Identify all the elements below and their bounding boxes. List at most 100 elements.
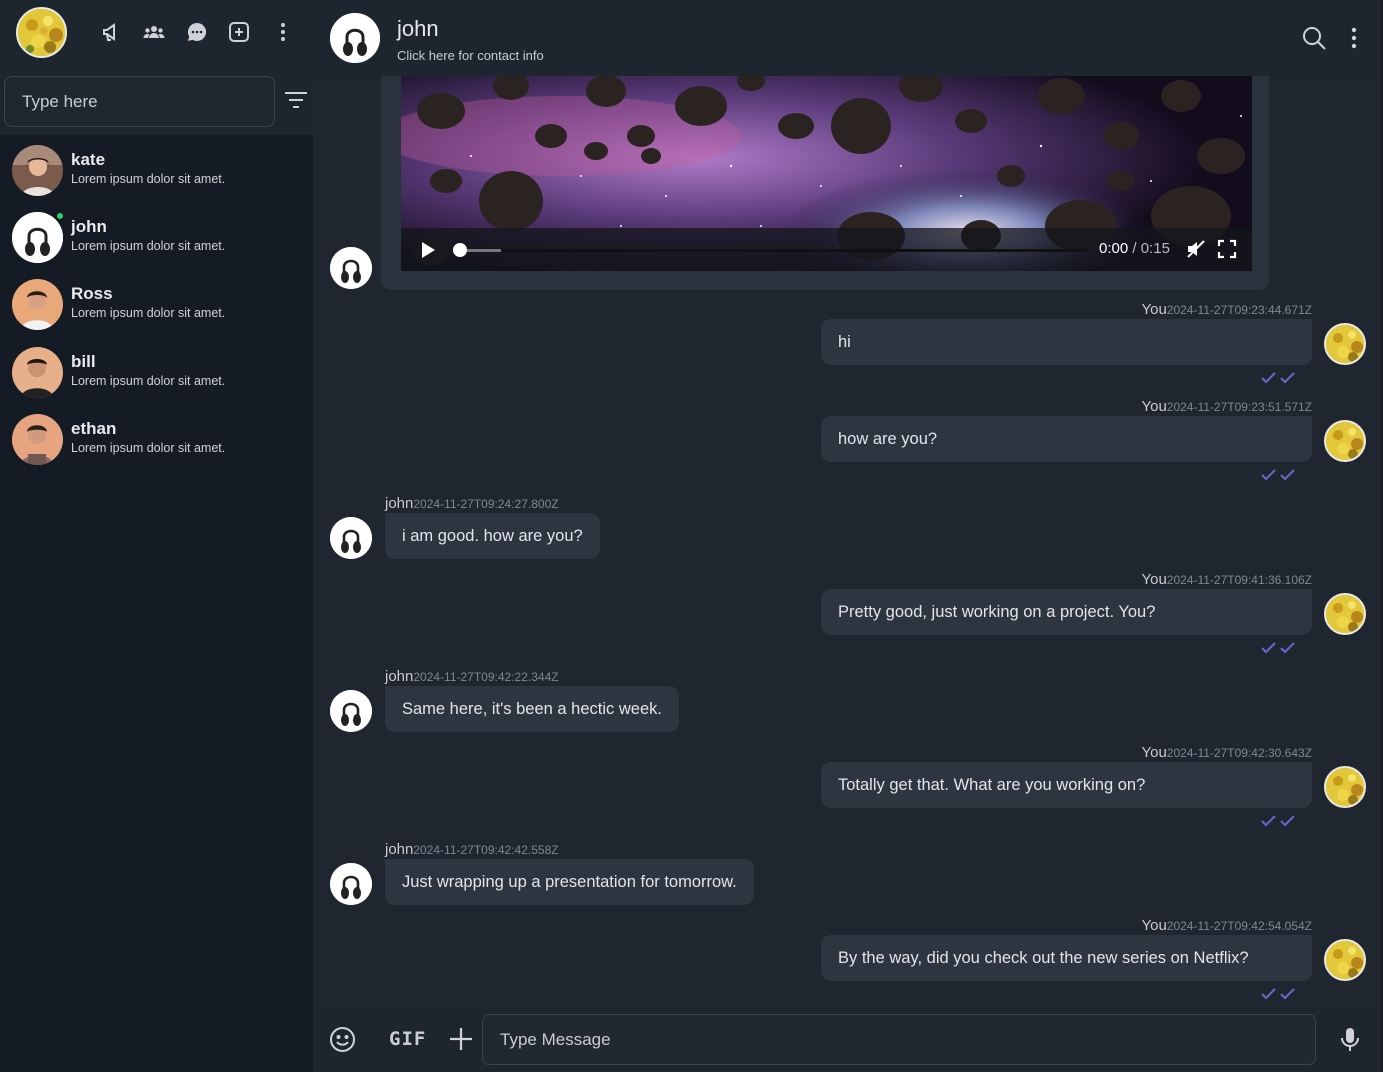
sidebar-toolbar bbox=[0, 0, 313, 67]
contact-preview: Lorem ipsum dolor sit amet. bbox=[71, 374, 226, 388]
seek-handle[interactable] bbox=[453, 243, 467, 257]
message-bubble-outgoing[interactable]: Totally get that. What are you working o… bbox=[821, 762, 1312, 808]
filter-icon[interactable] bbox=[283, 89, 309, 111]
my-avatar bbox=[1324, 323, 1366, 365]
read-receipt-icon bbox=[1261, 641, 1297, 655]
contact-preview: Lorem ipsum dolor sit amet. bbox=[71, 239, 226, 253]
contact-info-link[interactable]: Click here for contact info bbox=[397, 48, 544, 63]
message-meta: You2024-11-27T09:23:44.671Z bbox=[1141, 301, 1312, 318]
contact-preview: Lorem ipsum dolor sit amet. bbox=[71, 441, 226, 455]
contact-avatar[interactable] bbox=[330, 13, 380, 63]
contact-name: john bbox=[71, 217, 107, 236]
read-receipt-icon bbox=[1261, 814, 1297, 828]
sender-avatar bbox=[330, 690, 372, 732]
read-receipt-icon bbox=[1261, 468, 1297, 482]
search-icon[interactable] bbox=[1301, 25, 1327, 51]
chat-app: kate Lorem ipsum dolor sit amet. john Lo… bbox=[0, 0, 1383, 1072]
message-list[interactable]: 0:00 / 0:15 You2024-11-27T09:23:44.671Z … bbox=[313, 76, 1383, 1006]
megaphone-icon[interactable] bbox=[99, 19, 125, 45]
message-meta: john2024-11-27T09:42:22.344Z bbox=[385, 668, 559, 685]
online-indicator bbox=[55, 211, 65, 221]
my-avatar[interactable] bbox=[16, 7, 67, 58]
message-sender: john bbox=[385, 841, 414, 858]
message-bubble-incoming[interactable]: Just wrapping up a presentation for tomo… bbox=[385, 859, 754, 905]
message-bubble-outgoing[interactable]: Pretty good, just working on a project. … bbox=[821, 589, 1312, 635]
avatar bbox=[12, 347, 63, 398]
message-time: 2024-11-27T09:42:54.054Z bbox=[1166, 919, 1312, 933]
attach-plus-icon[interactable] bbox=[448, 1026, 474, 1052]
contact-preview: Lorem ipsum dolor sit amet. bbox=[71, 306, 226, 320]
message-composer: GIF bbox=[313, 1006, 1383, 1072]
message-meta: You2024-11-27T09:42:30.643Z bbox=[1141, 744, 1312, 761]
message-meta: You2024-11-27T09:42:54.054Z bbox=[1141, 917, 1312, 934]
contact-name: ethan bbox=[71, 419, 117, 438]
message-meta: john2024-11-27T09:24:27.800Z bbox=[385, 495, 559, 512]
avatar bbox=[12, 414, 63, 465]
contact-item-bill[interactable]: bill Lorem ipsum dolor sit amet. bbox=[0, 341, 313, 407]
video-controls: 0:00 / 0:15 bbox=[401, 228, 1252, 271]
contact-item-ethan[interactable]: ethan Lorem ipsum dolor sit amet. bbox=[0, 408, 313, 474]
message-bubble-outgoing[interactable]: hi bbox=[821, 319, 1312, 365]
video-current-time: 0:00 bbox=[1099, 240, 1129, 257]
message-bubble-outgoing[interactable]: By the way, did you check out the new se… bbox=[821, 935, 1312, 981]
chat-bubble-icon[interactable] bbox=[184, 19, 210, 45]
contact-item-ross[interactable]: Ross Lorem ipsum dolor sit amet. bbox=[0, 273, 313, 339]
message-sender: You bbox=[1141, 917, 1167, 934]
video-time: 0:00 / 0:15 bbox=[1099, 240, 1170, 257]
contact-name: kate bbox=[71, 150, 106, 169]
message-meta: You2024-11-27T09:41:36.106Z bbox=[1141, 571, 1312, 588]
message-sender: john bbox=[385, 495, 414, 512]
avatar bbox=[12, 279, 63, 330]
message-bubble-outgoing[interactable]: how are you? bbox=[821, 416, 1312, 462]
contact-search-input[interactable] bbox=[4, 76, 275, 127]
message-time: 2024-11-27T09:23:51.571Z bbox=[1166, 400, 1312, 414]
more-vertical-icon[interactable] bbox=[1344, 25, 1364, 51]
message-time: 2024-11-27T09:42:22.344Z bbox=[413, 670, 559, 684]
message-bubble-incoming[interactable]: Same here, it's been a hectic week. bbox=[385, 686, 679, 732]
video-seek-bar[interactable] bbox=[453, 243, 1089, 257]
message-meta: john2024-11-27T09:42:42.558Z bbox=[385, 841, 559, 858]
my-avatar bbox=[1324, 939, 1366, 981]
sender-avatar bbox=[330, 863, 372, 905]
contact-item-john[interactable]: john Lorem ipsum dolor sit amet. bbox=[0, 206, 313, 272]
message-sender: You bbox=[1141, 301, 1167, 318]
fullscreen-icon[interactable] bbox=[1217, 239, 1237, 259]
message-time: 2024-11-27T09:41:36.106Z bbox=[1166, 573, 1312, 587]
message-time: 2024-11-27T09:24:27.800Z bbox=[413, 497, 559, 511]
message-bubble-incoming[interactable]: i am good. how are you? bbox=[385, 513, 600, 559]
message-time: 2024-11-27T09:42:42.558Z bbox=[413, 843, 559, 857]
my-avatar bbox=[1324, 593, 1366, 635]
message-sender: You bbox=[1141, 744, 1167, 761]
microphone-icon[interactable] bbox=[1339, 1027, 1361, 1053]
emoji-icon[interactable] bbox=[329, 1026, 356, 1053]
message-sender: You bbox=[1141, 571, 1167, 588]
avatar bbox=[12, 145, 63, 196]
play-icon[interactable] bbox=[419, 241, 437, 259]
contact-name: Ross bbox=[71, 284, 113, 303]
gif-button[interactable]: GIF bbox=[389, 1028, 426, 1050]
video-message: 0:00 / 0:15 bbox=[381, 76, 1269, 290]
avatar bbox=[12, 212, 63, 263]
contact-name: bill bbox=[71, 352, 96, 371]
new-chat-icon[interactable] bbox=[226, 19, 252, 45]
contact-search-row bbox=[0, 67, 313, 135]
message-input[interactable] bbox=[482, 1014, 1316, 1065]
sender-avatar bbox=[330, 517, 372, 559]
message-sender: john bbox=[385, 668, 414, 685]
chat-contact-name: john bbox=[397, 16, 439, 41]
contact-preview: Lorem ipsum dolor sit amet. bbox=[71, 172, 226, 186]
message-time: 2024-11-27T09:42:30.643Z bbox=[1166, 746, 1312, 760]
chat-header: john Click here for contact info bbox=[313, 0, 1383, 76]
my-avatar bbox=[1324, 766, 1366, 808]
message-sender: You bbox=[1141, 398, 1167, 415]
read-receipt-icon bbox=[1261, 371, 1297, 385]
video-duration: 0:15 bbox=[1140, 240, 1170, 257]
more-vertical-icon[interactable] bbox=[270, 19, 296, 45]
mute-icon[interactable] bbox=[1186, 239, 1206, 259]
message-meta: You2024-11-27T09:23:51.571Z bbox=[1141, 398, 1312, 415]
contact-item-kate[interactable]: kate Lorem ipsum dolor sit amet. bbox=[0, 139, 313, 205]
community-icon[interactable] bbox=[141, 19, 167, 45]
read-receipt-icon bbox=[1261, 987, 1297, 1001]
my-avatar bbox=[1324, 420, 1366, 462]
sender-avatar bbox=[330, 247, 372, 289]
